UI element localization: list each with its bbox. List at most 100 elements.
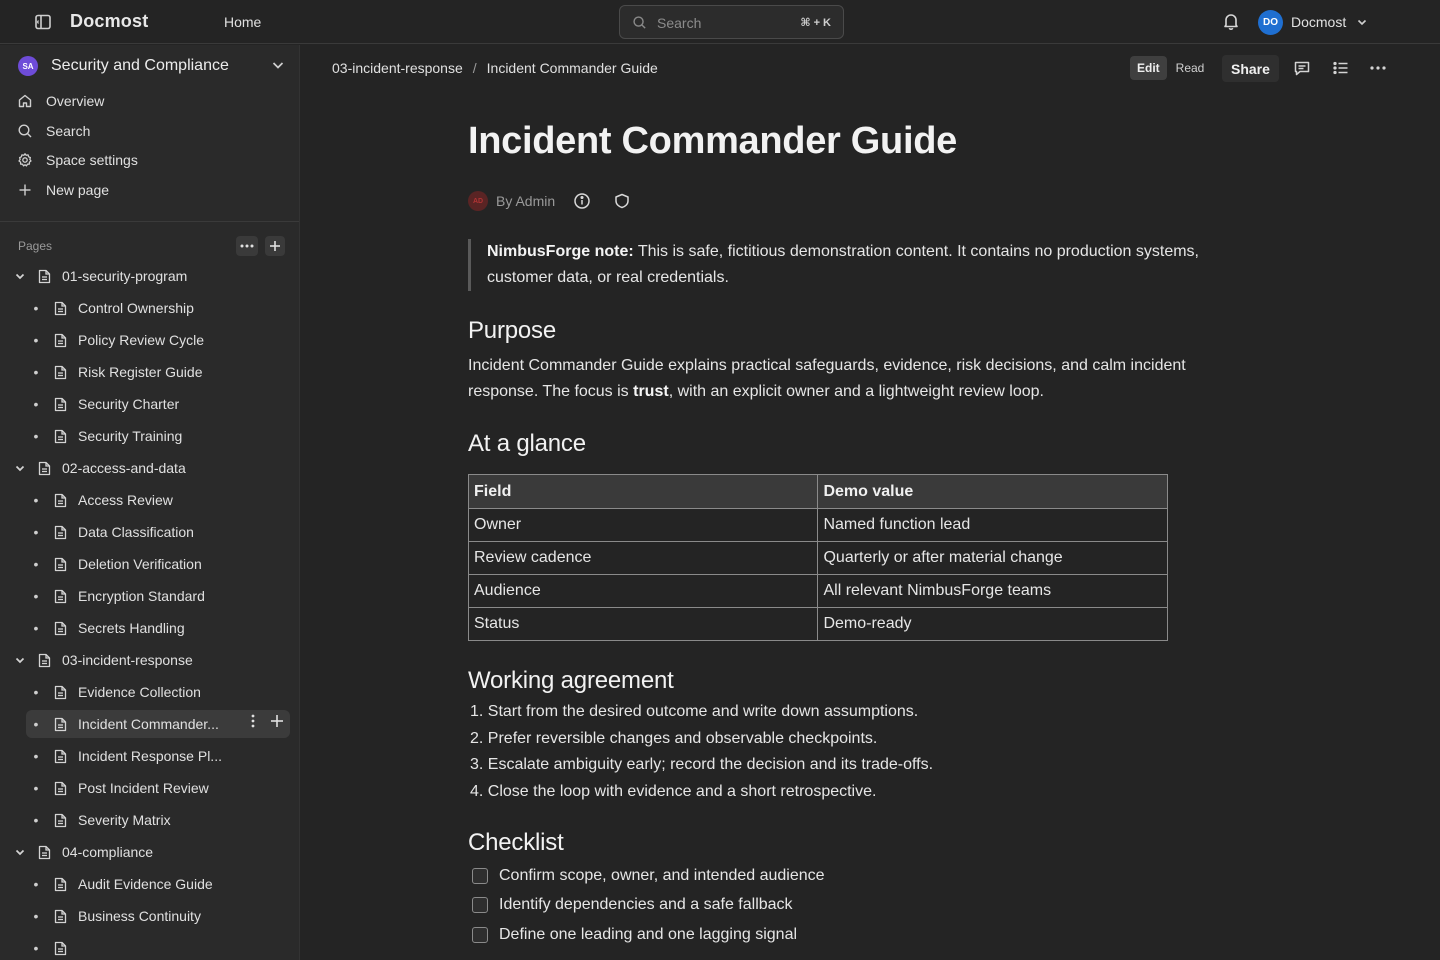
- top-bar: Docmost Home Search ⌘ + K DO Docmost: [0, 0, 1440, 44]
- checklist-item-text: Define one leading and one lagging signa…: [499, 925, 798, 943]
- share-button[interactable]: Share: [1222, 55, 1279, 82]
- tree-item-label: 02-access-and-data: [62, 460, 186, 476]
- table-cell: Audience: [467, 574, 819, 608]
- sidebar-item-space-settings[interactable]: Space settings: [16, 147, 286, 173]
- tree-item-label: 03-incident-response: [62, 652, 193, 668]
- sidebar-item-overview[interactable]: Overview: [16, 88, 286, 114]
- document-icon: [52, 300, 68, 316]
- info-icon[interactable]: [573, 192, 591, 210]
- sidebar-toggle-icon[interactable]: [33, 12, 53, 32]
- bullet-icon: •: [33, 780, 39, 796]
- table-header-cell: Demo value: [817, 474, 1168, 509]
- comment-icon[interactable]: [1292, 58, 1312, 78]
- list-item: 1. Start from the desired outcome and wr…: [470, 703, 919, 720]
- bell-icon[interactable]: [1221, 11, 1241, 31]
- breadcrumb-item[interactable]: 03-incident-response: [332, 60, 463, 76]
- table-cell: Status: [467, 607, 819, 641]
- bullet-icon: •: [33, 332, 39, 348]
- tree-folder[interactable]: 04-compliance: [10, 838, 290, 866]
- edit-mode-button[interactable]: Edit: [1130, 56, 1167, 80]
- checkbox[interactable]: [472, 867, 488, 884]
- document-icon: [52, 428, 68, 444]
- tree-item-label: Incident Commander...: [78, 716, 219, 732]
- search-bar[interactable]: Search ⌘ + K: [619, 5, 844, 39]
- add-page-icon[interactable]: [265, 236, 285, 256]
- tree-item-label: Business Continuity: [78, 908, 201, 924]
- tree-page[interactable]: • Business Continuity: [10, 902, 290, 930]
- more-icon[interactable]: [236, 236, 258, 256]
- tree-page[interactable]: • Incident Response Pl...: [10, 742, 290, 770]
- sidebar-item-label: Search: [46, 123, 91, 139]
- tree-page[interactable]: • Secrets Handling: [10, 614, 290, 642]
- tree-page[interactable]: • Control Ownership: [10, 294, 290, 322]
- bullet-icon: •: [33, 716, 39, 732]
- tree-page[interactable]: • Evidence Collection: [10, 678, 290, 706]
- breadcrumb-item-current[interactable]: Incident Commander Guide: [487, 60, 658, 76]
- document-icon: [52, 364, 68, 380]
- tree-item-label: Risk Register Guide: [78, 364, 203, 380]
- tree-page[interactable]: • Data Classification: [10, 518, 290, 546]
- tree-item-label: Control Ownership: [78, 300, 194, 316]
- table-of-contents-icon[interactable]: [1331, 58, 1351, 78]
- tree-page[interactable]: • Post Incident Review: [10, 774, 290, 802]
- plus-icon: [16, 181, 34, 199]
- tree-item-label: Data Classification: [78, 524, 194, 540]
- tree-page[interactable]: • Risk Register Guide: [10, 358, 290, 386]
- sidebar: SA Security and Compliance Overview Sear…: [0, 45, 300, 960]
- chevron-down-icon[interactable]: [10, 266, 30, 286]
- tree-item-label: Security Charter: [78, 396, 180, 412]
- tree-page[interactable]: • Deletion Verification: [10, 550, 290, 578]
- tree-folder[interactable]: 03-incident-response: [10, 646, 290, 674]
- chevron-down-icon[interactable]: [10, 650, 30, 670]
- tree-page[interactable]: • Incident Commander...: [26, 710, 290, 738]
- sidebar-item-new-page[interactable]: New page: [16, 177, 286, 203]
- bullet-icon: •: [33, 364, 39, 380]
- checklist-item: Identify dependencies and a safe fallbac…: [472, 891, 1232, 921]
- document-icon: [52, 332, 68, 348]
- more-vertical-icon[interactable]: [246, 714, 260, 728]
- author-avatar: AD: [468, 191, 488, 211]
- document-icon: [52, 524, 68, 540]
- read-mode-button[interactable]: Read: [1169, 56, 1212, 80]
- space-avatar: SA: [18, 56, 38, 76]
- tree-page[interactable]: • Severity Matrix: [10, 806, 290, 834]
- bullet-icon: •: [33, 876, 39, 892]
- add-subpage-icon[interactable]: [270, 714, 284, 728]
- table-cell: Demo-ready: [817, 607, 1168, 641]
- app-logo[interactable]: Docmost: [70, 11, 148, 32]
- tree-page[interactable]: •: [10, 934, 290, 960]
- bullet-icon: •: [33, 300, 39, 316]
- byline: AD By Admin: [468, 190, 631, 212]
- tree-folder[interactable]: 02-access-and-data: [10, 454, 290, 482]
- user-menu[interactable]: DO Docmost: [1258, 9, 1368, 35]
- page-title[interactable]: Incident Commander Guide: [468, 120, 957, 163]
- gear-icon: [16, 151, 34, 169]
- document-icon: [36, 652, 52, 668]
- checklist: Confirm scope, owner, and intended audie…: [472, 861, 1232, 950]
- chevron-down-icon[interactable]: [10, 842, 30, 862]
- checklist-item: Define one leading and one lagging signa…: [472, 920, 1232, 950]
- sidebar-item-search[interactable]: Search: [16, 118, 286, 144]
- pages-section-label: Pages: [18, 239, 53, 253]
- tree-page[interactable]: • Access Review: [10, 486, 290, 514]
- tree-page[interactable]: • Policy Review Cycle: [10, 326, 290, 354]
- tree-folder[interactable]: 01-security-program: [10, 262, 290, 290]
- home-icon: [16, 92, 34, 110]
- chevron-down-icon[interactable]: [10, 458, 30, 478]
- more-icon[interactable]: [1368, 58, 1388, 78]
- space-switcher[interactable]: SA Security and Compliance: [18, 54, 290, 78]
- checkbox[interactable]: [472, 926, 488, 943]
- heading-checklist: Checklist: [468, 829, 564, 856]
- bullet-icon: •: [33, 492, 39, 508]
- heading-working-agreement: Working agreement: [468, 667, 674, 694]
- tree-page[interactable]: • Audit Evidence Guide: [10, 870, 290, 898]
- checklist-item: Confirm scope, owner, and intended audie…: [472, 861, 1232, 891]
- document-icon: [52, 556, 68, 572]
- table-cell: Named function lead: [817, 508, 1168, 542]
- shield-icon[interactable]: [613, 192, 631, 210]
- tree-page[interactable]: • Security Charter: [10, 390, 290, 418]
- tree-page[interactable]: • Encryption Standard: [10, 582, 290, 610]
- checkbox[interactable]: [472, 897, 488, 914]
- home-link[interactable]: Home: [224, 14, 261, 30]
- tree-page[interactable]: • Security Training: [10, 422, 290, 450]
